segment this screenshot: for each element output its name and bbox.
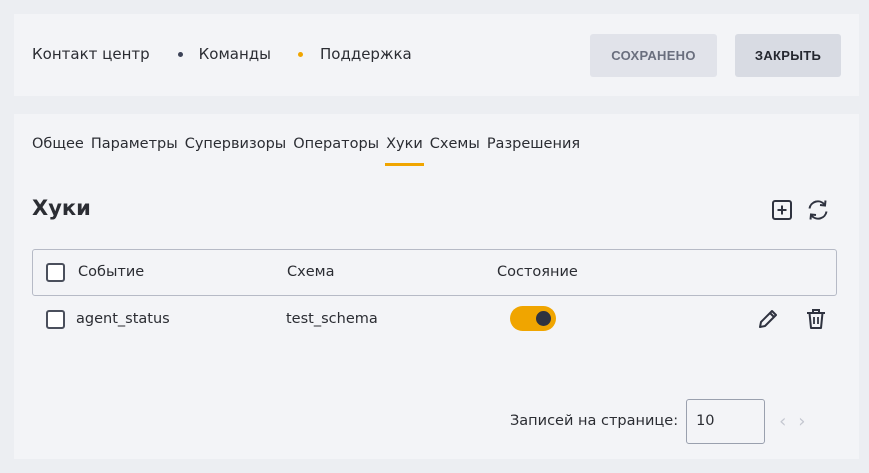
table-header: Событие Схема Состояние [32, 249, 837, 296]
pencil-icon [759, 310, 777, 328]
column-header-state[interactable]: Состояние [497, 264, 578, 280]
main-card: Общее Параметры Супервизоры Операторы Ху… [14, 114, 859, 459]
toggle-knob [536, 311, 551, 326]
tab-schemas[interactable]: Схемы [430, 136, 480, 152]
breadcrumb: Контакт центр Команды Поддержка [32, 45, 412, 63]
breadcrumb-separator [177, 51, 183, 57]
refresh-button[interactable] [805, 197, 831, 223]
chevron-right-icon[interactable]: › [798, 411, 805, 432]
refresh-icon [808, 200, 828, 220]
close-button[interactable]: ЗАКРЫТЬ [735, 34, 841, 77]
tab-general[interactable]: Общее [32, 136, 84, 152]
trash-icon [807, 309, 825, 329]
breadcrumb-item-teams[interactable]: Команды [199, 45, 271, 63]
tab-operators[interactable]: Операторы [293, 136, 379, 152]
plus-square-icon [772, 200, 792, 220]
column-header-event[interactable]: Событие [78, 264, 144, 280]
header-card: Контакт центр Команды Поддержка СОХРАНЕН… [14, 14, 859, 96]
row-event: agent_status [76, 311, 170, 327]
row-checkbox[interactable] [46, 310, 65, 329]
state-toggle[interactable] [510, 306, 556, 331]
delete-button[interactable] [805, 307, 827, 335]
saved-button[interactable]: СОХРАНЕНО [590, 34, 717, 77]
select-all-checkbox[interactable] [46, 263, 65, 282]
column-header-schema[interactable]: Схема [287, 264, 334, 280]
breadcrumb-item-support: Поддержка [320, 45, 412, 63]
rows-per-page-input[interactable] [686, 398, 766, 444]
row-schema: test_schema [286, 311, 378, 327]
breadcrumb-item-contact-center[interactable]: Контакт центр [32, 45, 150, 63]
breadcrumb-separator-active [298, 51, 303, 57]
edit-button[interactable] [756, 307, 780, 335]
pagination: Записей на странице: ‹ › [510, 398, 805, 444]
section-title: Хуки [32, 196, 91, 220]
tab-permissions[interactable]: Разрешения [487, 136, 580, 152]
rows-per-page-label: Записей на странице: [510, 413, 679, 429]
table-row: agent_status test_schema [32, 302, 837, 338]
tab-parameters[interactable]: Параметры [91, 136, 178, 152]
tab-hooks[interactable]: Хуки [385, 136, 424, 166]
tab-supervisors[interactable]: Супервизоры [185, 136, 287, 152]
chevron-left-icon[interactable]: ‹ [779, 411, 786, 432]
add-hook-button[interactable] [769, 197, 795, 223]
tab-bar: Общее Параметры Супервизоры Операторы Ху… [32, 136, 587, 166]
